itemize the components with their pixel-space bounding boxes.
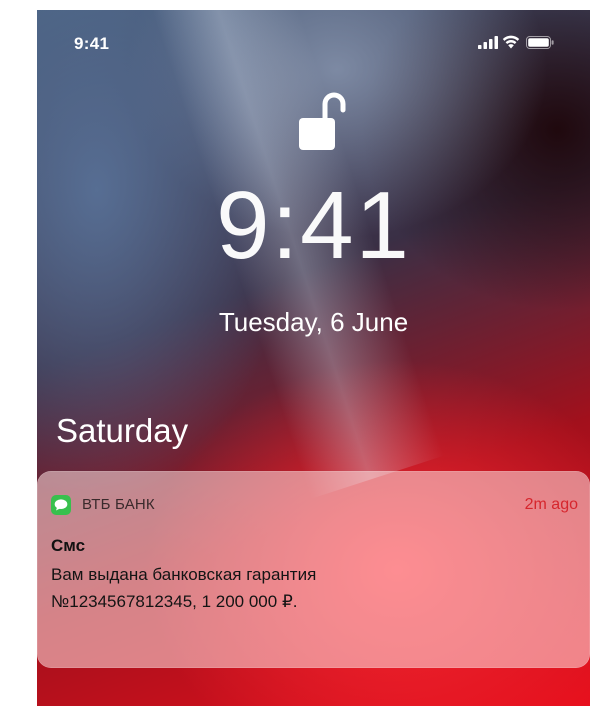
notification-body-line: Вам выдана банковская гарантия xyxy=(51,565,317,584)
messages-icon xyxy=(51,495,71,515)
status-bar: 9:41 xyxy=(37,10,590,70)
notification-time: 2m ago xyxy=(524,496,578,513)
unlocked-padlock-icon xyxy=(299,92,346,150)
status-time: 9:41 xyxy=(74,34,110,53)
notification-body: Вам выдана банковская гарантия №12345678… xyxy=(51,561,571,615)
lock-screen-date: Tuesday, 6 June xyxy=(218,307,409,337)
battery-icon xyxy=(526,36,554,49)
notification-app-name: ВТБ БАНК xyxy=(82,496,155,513)
signal-icon xyxy=(478,36,498,49)
notification-title: Смс xyxy=(51,536,86,555)
lock-screen: 9:41 9:41 Tuesday, 6 June Saturday ВТБ Б… xyxy=(37,10,590,706)
wifi-icon xyxy=(502,35,520,49)
lock-screen-time: 9:41 xyxy=(216,172,411,279)
notification-section-header: Saturday xyxy=(56,412,189,449)
notification-card[interactable]: ВТБ БАНК 2m ago Смс Вам выдана банковска… xyxy=(37,471,590,668)
notification-body-line: №1234567812345, 1 200 000 ₽. xyxy=(51,592,298,611)
